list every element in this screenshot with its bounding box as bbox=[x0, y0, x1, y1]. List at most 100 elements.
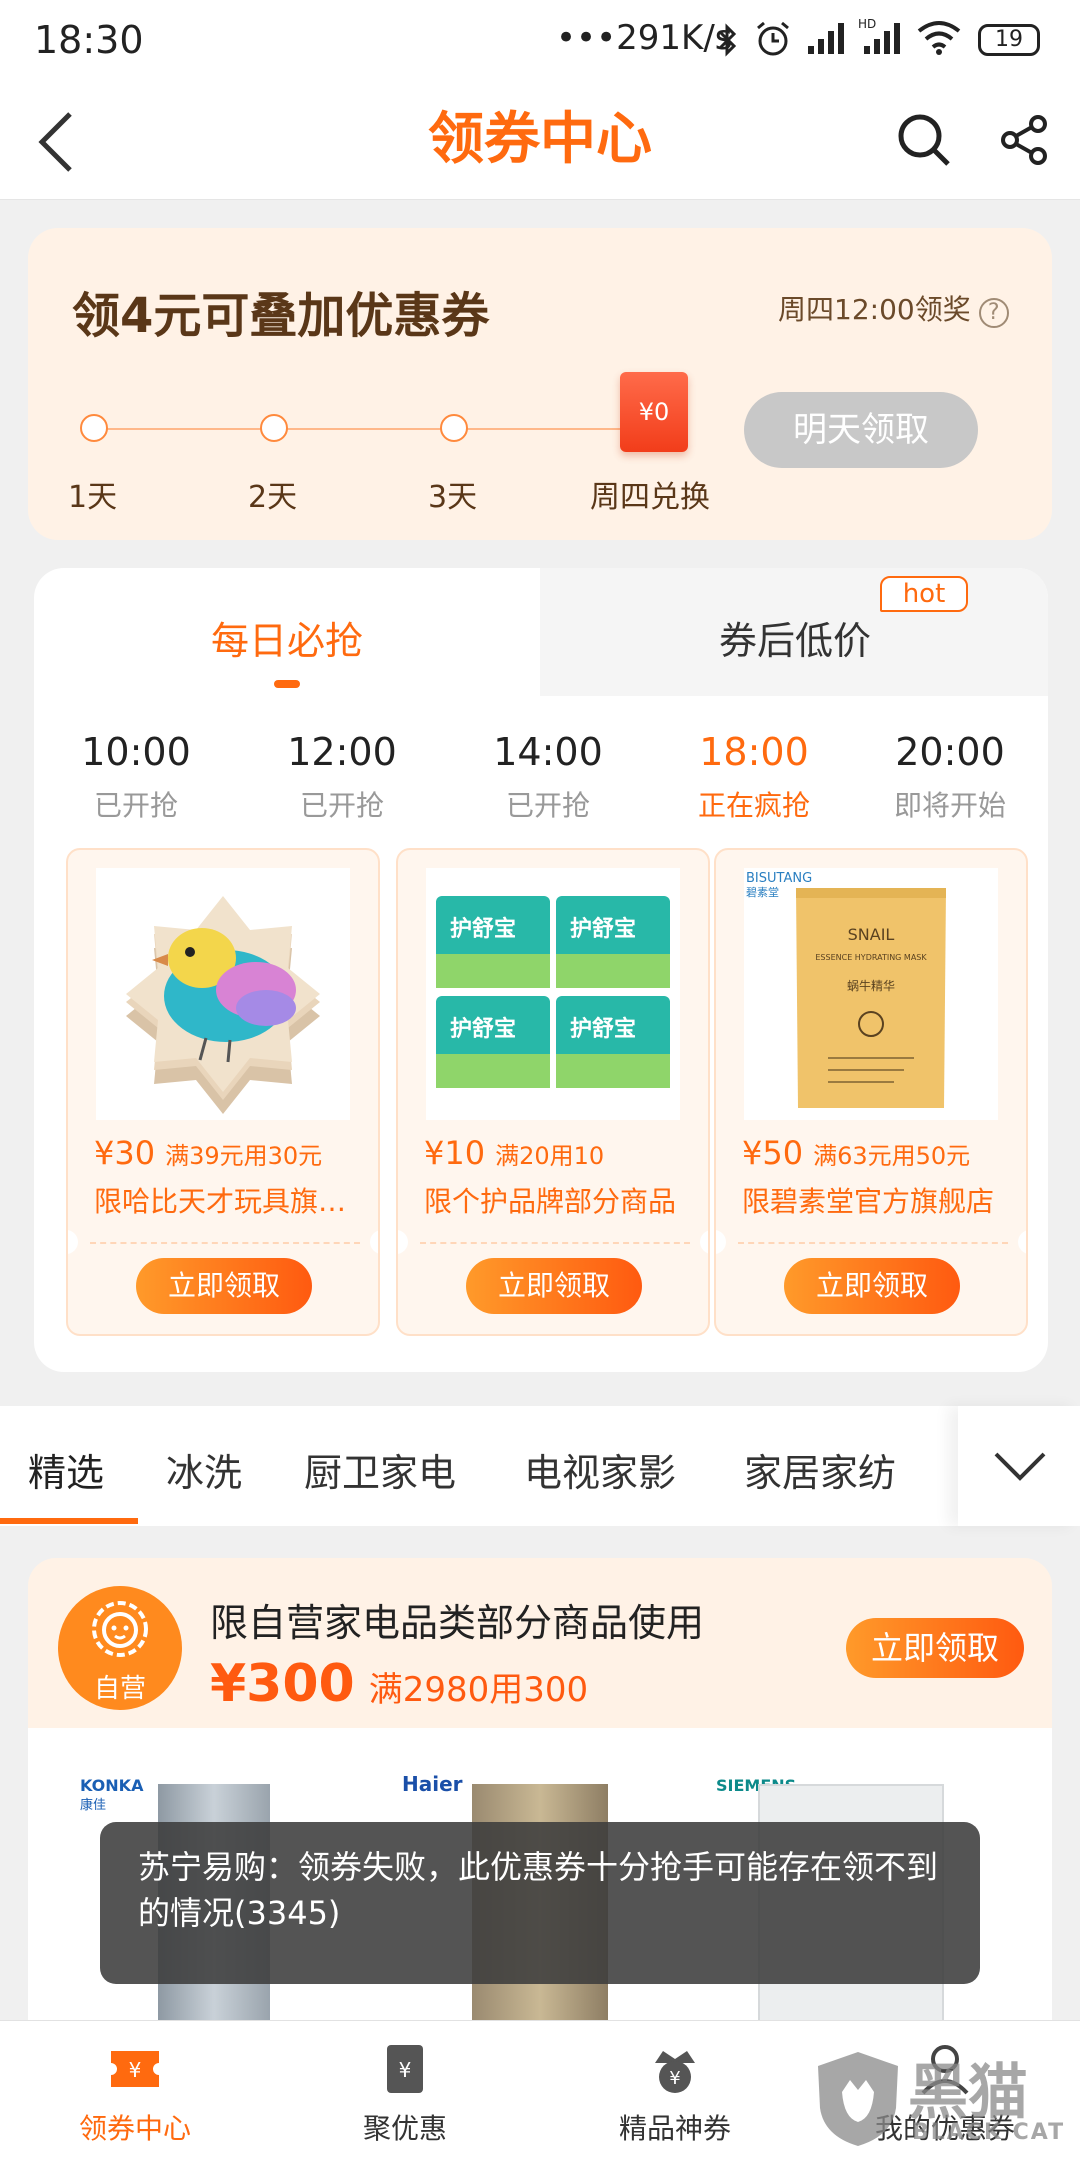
time-slot[interactable]: 14:00 已开抢 bbox=[448, 730, 648, 824]
tab-underline bbox=[274, 680, 300, 688]
promo-claim-button[interactable]: 立即领取 bbox=[846, 1618, 1024, 1678]
ticket-notch bbox=[700, 1230, 708, 1254]
category-tab[interactable]: 冰洗 bbox=[166, 1442, 242, 1497]
time-slot-active[interactable]: 18:00 正在疯抢 bbox=[654, 730, 854, 824]
category-tab[interactable]: 电视家影 bbox=[524, 1442, 676, 1497]
tabbar-item-coupon-center[interactable]: ¥ 领券中心 bbox=[0, 2021, 270, 2160]
svg-text:¥: ¥ bbox=[129, 2058, 142, 2082]
coupon-price: ¥10 满20用10 bbox=[424, 1134, 604, 1172]
back-icon[interactable] bbox=[36, 110, 76, 174]
claim-tomorrow-button[interactable]: 明天领取 bbox=[744, 392, 978, 468]
product-image bbox=[96, 868, 350, 1120]
slot-status: 即将开始 bbox=[893, 789, 1006, 822]
tab-label: 聚优惠 bbox=[362, 2112, 447, 2145]
step-label: 1天 bbox=[68, 480, 118, 515]
share-icon[interactable] bbox=[998, 114, 1050, 166]
ticket-notch bbox=[716, 1230, 726, 1254]
search-icon[interactable] bbox=[896, 112, 952, 168]
mask-sub: ESSENCE HYDRATING MASK bbox=[815, 953, 927, 962]
coupon-ticket-icon: ¥ bbox=[111, 2051, 159, 2087]
coupon-card[interactable]: ¥30 满39元用30元 限哈比天才玩具旗舰店 立即领取 bbox=[66, 848, 380, 1336]
mask-cn: 蜗牛精华 bbox=[847, 978, 895, 993]
coupon-amount: ¥10 bbox=[424, 1134, 486, 1172]
slot-status: 已开抢 bbox=[505, 789, 590, 822]
brand-logo-haier: Haier bbox=[402, 1772, 463, 1796]
coupon-price: ¥50 满63元用50元 bbox=[742, 1134, 970, 1172]
lion-icon bbox=[92, 1601, 148, 1657]
progress-track bbox=[94, 428, 654, 430]
svg-text:¥: ¥ bbox=[399, 2058, 412, 2082]
category-tab[interactable]: 家居家纺 bbox=[744, 1442, 896, 1497]
pad-brand-text: 护舒宝 bbox=[570, 1016, 636, 1042]
claim-coupon-button[interactable]: 立即领取 bbox=[136, 1258, 312, 1314]
reward-time[interactable]: 周四12:00领奖? bbox=[778, 288, 1009, 328]
time-slot[interactable]: 10:00 已开抢 bbox=[36, 730, 236, 824]
tabbar-item-deals[interactable]: ¥ 聚优惠 bbox=[270, 2021, 540, 2160]
coupon-condition: 满39元用30元 bbox=[165, 1142, 323, 1170]
divider bbox=[90, 1242, 360, 1244]
error-toast: 苏宁易购：领券失败，此优惠券十分抢手可能存在领不到的情况(3345) bbox=[100, 1822, 980, 1984]
claim-coupon-button[interactable]: 立即领取 bbox=[784, 1258, 960, 1314]
ticket-notch bbox=[68, 1230, 78, 1254]
slot-status: 正在疯抢 bbox=[697, 789, 810, 822]
coupon-card[interactable]: BISUTANG 碧素堂 SNAIL ESSENCE HYDRATING MAS… bbox=[714, 848, 1028, 1336]
status-bar: 18:30 •••291K/s HD 19 bbox=[0, 0, 1080, 80]
promo-condition: 满2980用300 bbox=[368, 1670, 589, 1710]
promo-price: ¥300 满2980用300 bbox=[210, 1654, 588, 1714]
hot-badge: hot bbox=[880, 576, 968, 612]
svg-text:HD: HD bbox=[858, 17, 876, 31]
coupon-desc: 限碧素堂官方旗舰店 bbox=[742, 1185, 995, 1218]
coupon-amount: ¥50 bbox=[742, 1134, 804, 1172]
tab-low-price[interactable]: 券后低价 bbox=[542, 610, 1048, 665]
slot-time: 12:00 bbox=[287, 730, 397, 774]
slot-time: 18:00 bbox=[699, 730, 809, 774]
network-speed: •••291K/s bbox=[556, 18, 733, 58]
mask-name: SNAIL bbox=[848, 925, 895, 944]
pads-product-image: 护舒宝 护舒宝 护舒宝 护舒宝 bbox=[436, 896, 670, 1088]
claim-coupon-button[interactable]: 立即领取 bbox=[466, 1258, 642, 1314]
bluetooth-icon bbox=[718, 23, 737, 57]
brand-logo-konka: KONKA bbox=[80, 1776, 144, 1795]
cat-shield-icon bbox=[818, 2052, 898, 2146]
battery-icon: 19 bbox=[978, 24, 1040, 56]
product-image: 护舒宝 护舒宝 护舒宝 护舒宝 bbox=[426, 868, 680, 1120]
step-label: 3天 bbox=[428, 480, 478, 515]
stacking-title: 领4元可叠加优惠券 bbox=[72, 288, 490, 344]
coupon-condition: 满20用10 bbox=[495, 1142, 605, 1170]
divider bbox=[420, 1242, 690, 1244]
hd-signal-icon: HD bbox=[858, 17, 900, 54]
pad-brand-text: 护舒宝 bbox=[450, 916, 516, 942]
ticket-notch bbox=[1018, 1230, 1026, 1254]
time-slot[interactable]: 20:00 即将开始 bbox=[850, 730, 1048, 824]
category-tab-selected[interactable]: 精选 bbox=[28, 1442, 104, 1497]
coupon-card[interactable]: 护舒宝 护舒宝 护舒宝 护舒宝 ¥10 满20用10 限个护品牌部分商品 立即领取 bbox=[396, 848, 710, 1336]
stacking-coupon-card: 领4元可叠加优惠券 周四12:00领奖? ¥0 1天 2天 3天 周四兑换 明天… bbox=[28, 228, 1052, 540]
slot-time: 20:00 bbox=[895, 730, 1005, 774]
signal-icon bbox=[808, 23, 844, 54]
black-cat-watermark: 黑猫 BLACK CAT bbox=[812, 2044, 1070, 2154]
watermark-cn: 黑猫 bbox=[908, 2058, 1028, 2128]
reward-time-label: 周四12:00领奖 bbox=[778, 293, 971, 326]
category-underline bbox=[0, 1518, 138, 1524]
self-operated-logo: 自营 bbox=[58, 1586, 182, 1710]
tab-daily-must-grab[interactable]: 每日必抢 bbox=[34, 610, 540, 665]
category-tab[interactable]: 厨卫家电 bbox=[304, 1442, 456, 1497]
tabbar-item-premium[interactable]: ¥ 精品神券 bbox=[540, 2021, 810, 2160]
ticket-notch bbox=[398, 1230, 408, 1254]
mask-brand-cn: 碧素堂 bbox=[746, 886, 779, 899]
help-icon[interactable]: ? bbox=[978, 298, 1009, 328]
step-dot bbox=[80, 414, 108, 442]
slot-status: 已开抢 bbox=[93, 789, 178, 822]
svg-text:¥: ¥ bbox=[669, 2068, 680, 2089]
time-slot[interactable]: 12:00 已开抢 bbox=[242, 730, 442, 824]
crown-coin-icon: ¥ bbox=[655, 2051, 695, 2093]
step-label: 2天 bbox=[248, 480, 298, 515]
category-expand-button[interactable] bbox=[958, 1406, 1080, 1526]
coupon-price: ¥30 满39元用30元 bbox=[94, 1134, 322, 1172]
step-label: 周四兑换 bbox=[590, 480, 710, 515]
nav-bar: 领券中心 bbox=[0, 80, 1080, 200]
step-dot bbox=[260, 414, 288, 442]
chevron-down-icon bbox=[994, 1452, 1046, 1481]
divider bbox=[738, 1242, 1008, 1244]
alarm-icon bbox=[757, 21, 789, 56]
